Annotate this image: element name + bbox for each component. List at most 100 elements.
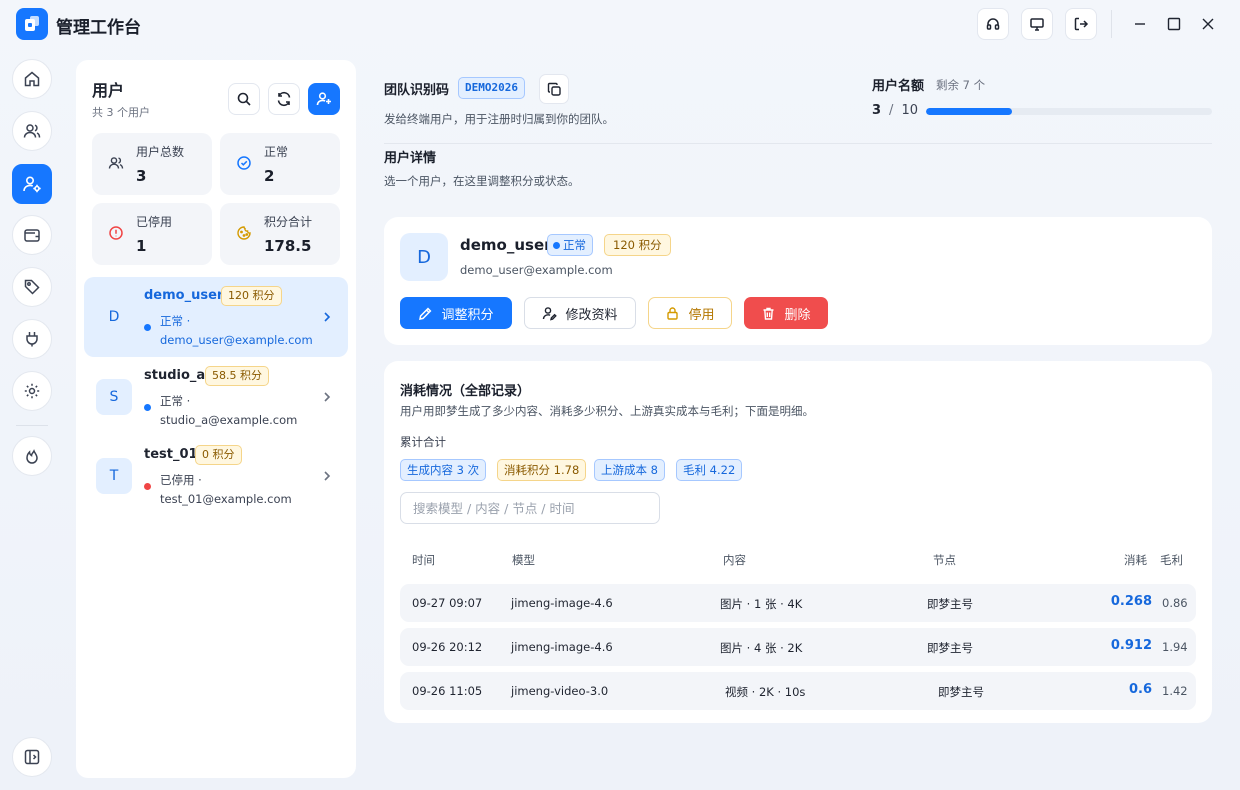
stat-total-users: 用户总数 3 [92, 133, 212, 195]
table-row[interactable]: 09-27 09:07 jimeng-image-4.6 图片 · 1 张 · … [400, 584, 1196, 622]
quota-progress-bar [926, 108, 1212, 115]
cell-node: 即梦主号 [927, 641, 973, 655]
adjust-points-button[interactable]: 调整积分 [400, 297, 512, 329]
refresh-button[interactable] [268, 83, 300, 115]
sidebar-toggle-button[interactable] [12, 737, 52, 777]
table-row[interactable]: 09-26 11:05 jimeng-video-3.0 视频 · 2K · 1… [400, 672, 1196, 710]
quota-label: 用户名额 [872, 79, 925, 94]
column-header-node: 节点 [933, 553, 956, 567]
headset-icon [986, 18, 1000, 30]
chevron-right-icon [324, 312, 331, 322]
app-title: 管理工作台 [56, 18, 141, 38]
minimize-button[interactable] [1130, 14, 1150, 34]
nav-user-settings[interactable] [12, 164, 52, 204]
status-text: 正常 [563, 238, 586, 252]
user-email: demo_user@example.com [160, 333, 313, 347]
team-code-description: 发给终端用户，用于注册时归属到你的团队。 [384, 112, 614, 126]
summary-chip-points: 消耗积分 1.78 [497, 459, 587, 481]
quota-separator: / [889, 103, 894, 118]
stat-active-users: 正常 2 [220, 133, 340, 195]
check-circle-icon [234, 153, 254, 173]
summary-chip-upstream-cost: 上游成本 8 [594, 459, 665, 481]
refresh-icon [277, 91, 291, 107]
quota-readout: 3 / 10 [872, 103, 918, 118]
user-detail-title: 用户详情 [384, 151, 437, 166]
monitor-button[interactable] [1021, 8, 1053, 40]
quota-total: 10 [901, 103, 918, 118]
user-list-item[interactable]: S studio_a 58.5 积分 正常 · studio_a@example… [84, 357, 348, 437]
summary-chip-generated: 生成内容 3 次 [400, 459, 487, 481]
search-icon [237, 92, 251, 106]
headset-button[interactable] [977, 8, 1009, 40]
button-label: 停用 [688, 307, 715, 323]
stat-total-points: 积分合计 178.5 [220, 203, 340, 265]
consumption-title: 消耗情况（全部记录） [400, 384, 531, 399]
users-panel: 用户 共 3 个用户 用户总数 3 正常 2 已停用 1 积分合计 178.5 [76, 60, 356, 778]
users-icon [23, 124, 41, 138]
records-search-input[interactable] [400, 492, 660, 524]
points-badge: 120 积分 [221, 286, 282, 306]
table-row[interactable]: 09-26 20:12 jimeng-image-4.6 图片 · 4 张 · … [400, 628, 1196, 666]
team-code-label: 团队识别码 [384, 83, 450, 98]
nav-home[interactable] [12, 59, 52, 99]
lock-icon [667, 306, 679, 320]
status-dot [144, 483, 151, 490]
user-name: demo_user [144, 288, 224, 303]
search-users-button[interactable] [228, 83, 260, 115]
alert-circle-icon [106, 223, 126, 243]
nav-hot[interactable] [12, 436, 52, 476]
avatar: S [96, 379, 132, 415]
trash-icon [763, 307, 774, 320]
copy-code-button[interactable] [539, 74, 569, 104]
nav-tags[interactable] [12, 267, 52, 307]
button-label: 调整积分 [441, 307, 494, 323]
avatar: D [400, 233, 448, 281]
monitor-icon [1030, 18, 1044, 31]
cell-node: 即梦主号 [938, 685, 984, 699]
cell-model: jimeng-video-3.0 [511, 684, 609, 698]
cell-profit: 0.86 [1162, 596, 1188, 610]
column-header-cost: 消耗 [1124, 553, 1147, 567]
status-dot [553, 241, 560, 249]
user-edit-icon [543, 306, 558, 320]
cell-time: 09-26 20:12 [412, 640, 483, 654]
user-gear-icon [23, 176, 41, 193]
edit-profile-button[interactable]: 修改资料 [524, 297, 636, 329]
points-badge: 0 积分 [195, 445, 242, 465]
cell-content: 图片 · 4 张 · 2K [720, 641, 803, 655]
title-bar: 管理工作台 [0, 0, 1240, 50]
minimize-icon [1135, 23, 1145, 25]
sidebar-toggle-icon [24, 749, 40, 765]
user-list-item[interactable]: T test_01 0 积分 已停用 · test_01@example.com [84, 436, 348, 516]
flame-icon [26, 449, 38, 464]
column-header-profit: 毛利 [1160, 553, 1183, 567]
close-button[interactable] [1198, 14, 1218, 34]
button-label: 删除 [784, 307, 811, 323]
nav-wallet[interactable] [12, 215, 52, 255]
stat-label: 积分合计 [264, 215, 313, 229]
status-badge: 正常 [547, 234, 593, 256]
nav-users[interactable] [12, 111, 52, 151]
add-user-button[interactable] [308, 83, 340, 115]
column-header-content: 内容 [723, 553, 746, 567]
delete-user-button[interactable]: 删除 [744, 297, 828, 329]
disable-user-button[interactable]: 停用 [648, 297, 732, 329]
section-divider [384, 143, 1212, 144]
cell-cost: 0.268 [1110, 594, 1152, 609]
home-icon [24, 71, 40, 87]
maximize-button[interactable] [1164, 14, 1184, 34]
status-dot [144, 324, 151, 331]
copy-icon [547, 82, 561, 96]
user-status: 正常 · [160, 394, 191, 408]
user-list-item[interactable]: D demo_user 120 积分 正常 · demo_user@exampl… [84, 277, 348, 357]
nav-settings[interactable] [12, 371, 52, 411]
users-count: 共 3 个用户 [92, 106, 150, 119]
cookie-icon [234, 223, 254, 243]
users-icon [106, 153, 126, 173]
chevron-right-icon [324, 471, 331, 481]
nav-plugins[interactable] [12, 319, 52, 359]
logout-button[interactable] [1065, 8, 1097, 40]
cell-profit: 1.94 [1162, 640, 1188, 654]
cell-content: 图片 · 1 张 · 4K [720, 597, 803, 611]
plug-icon [26, 332, 38, 347]
